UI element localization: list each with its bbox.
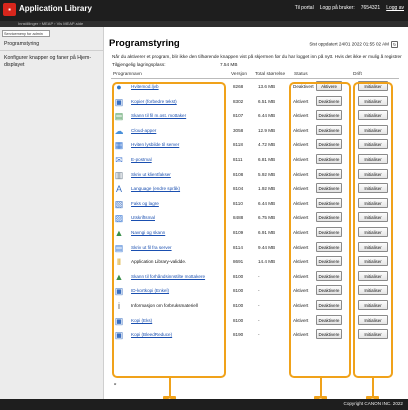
description-text: Når du aktiverer et program, blir ikke d… [112,54,402,59]
program-size: - [258,303,260,308]
app-logo-icon: ▪ [3,3,16,16]
header-status: Status [294,72,308,77]
program-size: - [258,288,260,294]
sidebar: Servicemeny for admin Programstyring Kon… [0,27,104,399]
sidebar-item-configure-buttons[interactable]: Konfigurer knapper og faner på Hjem-disp… [4,55,99,68]
copyright-text: Copyright CANON INC. 2022 [343,401,404,406]
program-size: 6.44 MB [258,200,276,206]
header-divider [111,78,399,79]
callout-box-1 [112,82,226,378]
program-version: 8100 [233,317,244,323]
header-version: Versjon [231,72,247,77]
program-size: 5.92 MB [258,171,276,177]
program-size: 9.44 MB [258,244,276,250]
program-version: 8108 [233,171,244,177]
program-size: 6.91 MB [258,230,276,235]
program-size: - [258,332,260,338]
program-version: 8190 [233,332,244,338]
program-size: - [258,273,260,279]
login-user-label: Logg på bruker: [319,5,355,11]
program-version: 8114 [233,244,243,250]
scroll-top-icon[interactable]: ⌅ [113,381,117,387]
program-version: 8302 [233,98,244,104]
program-size: 13.6 MB [258,84,276,89]
available-storage-value: 7.54 MB [220,62,238,67]
program-size: 14.4 MB [258,259,276,265]
program-version: 8118 [233,142,243,148]
program-version: 8100 [233,273,244,279]
callout-box-3 [353,82,393,378]
program-version: 8691 [233,259,244,265]
last-updated-text: Sist oppdatert 24/01 2022 01:55 02 AM [309,41,389,47]
header-total-size: Total størrelse [255,72,286,77]
admin-service-menu-button[interactable]: Servicemeny for admin [2,30,50,37]
program-version: 8104 [233,186,244,192]
program-version: 8100 [233,303,244,308]
program-size: - [258,317,260,323]
program-version: 8110 [233,200,243,206]
logout-link[interactable]: Logg av [386,5,404,11]
program-size: 6.44 MB [258,113,276,119]
header-program-name: Programnavn [113,72,142,77]
program-version: 8111 [233,157,243,162]
program-version: 8268 [233,84,244,89]
page-title: Programstyring [109,38,180,49]
program-size: 6.75 MB [258,215,276,221]
refresh-icon[interactable]: ↻ [391,41,398,48]
program-size: 12.9 MB [258,127,276,133]
user-id: 7654321 [360,5,381,11]
program-version: 8109 [233,230,244,235]
portal-link[interactable]: Til portal [295,5,314,11]
program-version: 8107 [233,113,244,119]
callout-box-2 [289,82,351,378]
footer: Copyright CANON INC. 2022 [0,399,408,410]
program-version: 8100 [233,288,244,294]
program-version: 8488 [233,215,244,221]
callout-line-3 [372,378,374,396]
app-title: Application Library [19,4,92,13]
sidebar-item-program-management[interactable]: Programstyring [4,41,39,47]
header-operation: Drift [353,72,362,77]
sidebar-divider [0,50,103,51]
program-size: 6.51 MB [258,98,276,104]
top-bar: ▪ Application Library Til portal Logg på… [0,0,408,21]
program-size: 6.81 MB [258,157,276,162]
available-storage-label: Tilgjengelig lagringsplass: [112,62,166,67]
callout-line-1 [169,378,171,396]
callout-line-2 [320,378,322,396]
app-window: ▪ Application Library Til portal Logg på… [0,0,408,410]
program-size: 4.72 MB [258,142,276,148]
top-links: Til portal Logg på bruker: 7654321 Logg … [295,5,404,11]
last-updated: Sist oppdatert 24/01 2022 01:55 02 AM ↻ [309,41,398,48]
program-version: 3058 [233,127,244,133]
program-size: 1.92 MB [258,186,276,192]
